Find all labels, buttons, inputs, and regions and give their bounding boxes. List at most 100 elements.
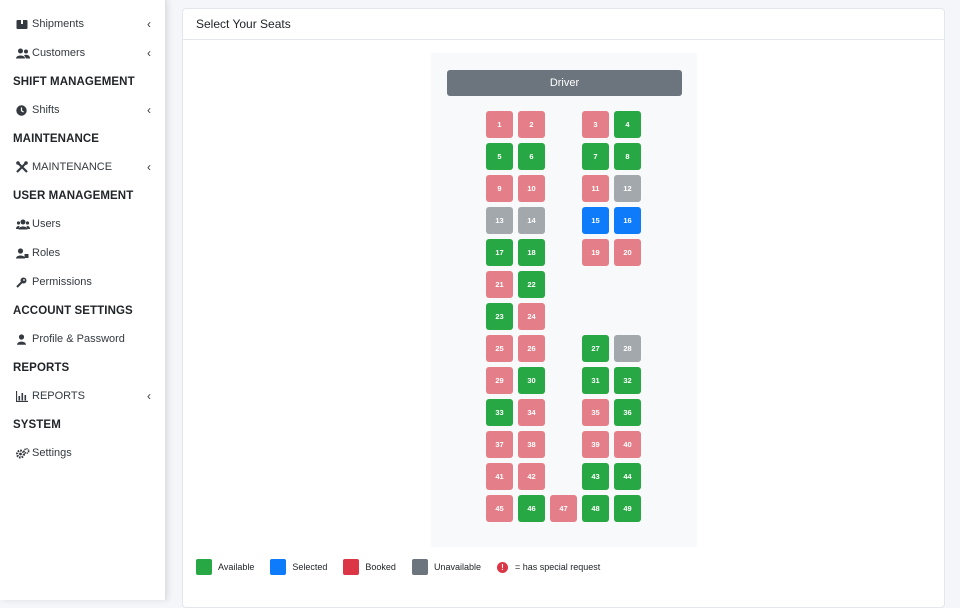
seat-4[interactable]: 4 — [614, 111, 641, 138]
seat-35[interactable]: 35 — [582, 399, 609, 426]
sidebar-item-settings[interactable]: Settings — [16, 443, 153, 463]
seat-10[interactable]: 10 — [518, 175, 545, 202]
seat-6[interactable]: 6 — [518, 143, 545, 170]
exclamation-icon: ! — [496, 561, 508, 573]
sidebar-item-label: Permissions — [32, 276, 92, 288]
sidebar-item-label: REPORTS — [32, 390, 85, 402]
seat-46[interactable]: 46 — [518, 495, 545, 522]
sidebar-item-label: Shifts — [32, 104, 60, 116]
seat-30[interactable]: 30 — [518, 367, 545, 394]
bus-layout: Driver 1 2 3 4 5 6 7 8 9 10 11 12 13 14 15 16 17 18 19 20 21… — [431, 53, 697, 547]
legend-booked: Booked — [343, 559, 396, 575]
seat-27[interactable]: 27 — [582, 335, 609, 362]
users-icon — [16, 219, 31, 230]
section-header-system: SYSTEM — [13, 419, 61, 431]
legend-unavailable: Unavailable — [411, 559, 481, 575]
seat-42[interactable]: 42 — [518, 463, 545, 490]
seat-16[interactable]: 16 — [614, 207, 641, 234]
seat-38[interactable]: 38 — [518, 431, 545, 458]
seat-14[interactable]: 14 — [518, 207, 545, 234]
sidebar-item-reports[interactable]: REPORTS ‹ — [16, 386, 153, 406]
sidebar-item-label: Settings — [32, 447, 72, 459]
available-swatch — [196, 559, 212, 575]
seat-32[interactable]: 32 — [614, 367, 641, 394]
seat-31[interactable]: 31 — [582, 367, 609, 394]
legend-available: Available — [196, 559, 254, 575]
sidebar-item-permissions[interactable]: Permissions — [16, 272, 153, 292]
sidebar-item-customers[interactable]: Customers ‹ — [16, 43, 153, 63]
sidebar: Shipments ‹ Customers ‹ SHIFT MANAGEMENT… — [0, 0, 166, 600]
seat-20[interactable]: 20 — [614, 239, 641, 266]
unavailable-swatch — [411, 559, 428, 575]
sidebar-item-label: Customers — [32, 47, 86, 59]
seat-26[interactable]: 26 — [518, 335, 545, 362]
sidebar-item-label: Shipments — [32, 18, 84, 30]
seat-24[interactable]: 24 — [518, 303, 545, 330]
seat-41[interactable]: 41 — [486, 463, 513, 490]
seat-8[interactable]: 8 — [614, 143, 641, 170]
seat-45[interactable]: 45 — [486, 495, 513, 522]
seat-22[interactable]: 22 — [518, 271, 545, 298]
chevron-left-icon: ‹ — [147, 389, 151, 403]
card-title: Select Your Seats — [183, 9, 944, 40]
seat-36[interactable]: 36 — [614, 399, 641, 426]
seat-19[interactable]: 19 — [582, 239, 609, 266]
seat-9[interactable]: 9 — [486, 175, 513, 202]
seat-2[interactable]: 2 — [518, 111, 545, 138]
seat-selection-card: Select Your Seats Driver 1 2 3 4 5 6 7 8 9 10 11 12… — [182, 8, 945, 608]
users-icon — [16, 48, 31, 59]
seat-48[interactable]: 48 — [582, 495, 609, 522]
chart-bar-icon — [16, 390, 31, 402]
sidebar-item-users[interactable]: Users — [16, 214, 153, 234]
section-header-user-management: USER MANAGEMENT — [13, 190, 134, 202]
seat-12[interactable]: 12 — [614, 175, 641, 202]
chevron-left-icon: ‹ — [147, 46, 151, 60]
sidebar-item-maintenance[interactable]: MAINTENANCE ‹ — [16, 157, 153, 177]
seat-3[interactable]: 3 — [582, 111, 609, 138]
seat-25[interactable]: 25 — [486, 335, 513, 362]
seat-37[interactable]: 37 — [486, 431, 513, 458]
seat-40[interactable]: 40 — [614, 431, 641, 458]
seat-5[interactable]: 5 — [486, 143, 513, 170]
seat-34[interactable]: 34 — [518, 399, 545, 426]
seat-21[interactable]: 21 — [486, 271, 513, 298]
seat-1[interactable]: 1 — [486, 111, 513, 138]
legend-selected: Selected — [270, 559, 327, 575]
seat-47[interactable]: 47 — [550, 495, 577, 522]
sidebar-item-label: Profile & Password — [32, 333, 125, 345]
seat-33[interactable]: 33 — [486, 399, 513, 426]
tools-icon — [16, 161, 31, 173]
sidebar-item-label: MAINTENANCE — [32, 161, 113, 173]
seat-43[interactable]: 43 — [582, 463, 609, 490]
box-icon — [16, 19, 31, 30]
driver-seat: Driver — [447, 70, 682, 96]
seat-39[interactable]: 39 — [582, 431, 609, 458]
legend-special-request: ! = has special request — [496, 561, 600, 573]
section-header-account-settings: ACCOUNT SETTINGS — [13, 305, 133, 317]
seat-11[interactable]: 11 — [582, 175, 609, 202]
chevron-left-icon: ‹ — [147, 160, 151, 174]
sidebar-item-shifts[interactable]: Shifts ‹ — [16, 100, 153, 120]
sidebar-item-shipments[interactable]: Shipments ‹ — [16, 14, 153, 34]
chevron-left-icon: ‹ — [147, 17, 151, 31]
seat-23[interactable]: 23 — [486, 303, 513, 330]
sidebar-item-roles[interactable]: Roles — [16, 243, 153, 263]
seat-13[interactable]: 13 — [486, 207, 513, 234]
seat-18[interactable]: 18 — [518, 239, 545, 266]
clock-icon — [16, 104, 31, 116]
seat-44[interactable]: 44 — [614, 463, 641, 490]
seat-28[interactable]: 28 — [614, 335, 641, 362]
user-icon — [16, 333, 31, 345]
sidebar-item-label: Users — [32, 218, 61, 230]
seat-7[interactable]: 7 — [582, 143, 609, 170]
seat-15[interactable]: 15 — [582, 207, 609, 234]
seat-29[interactable]: 29 — [486, 367, 513, 394]
booked-swatch — [343, 559, 360, 575]
section-header-reports: REPORTS — [13, 362, 70, 374]
seat-legend: Available Selected Booked Unavailable ! =… — [196, 559, 616, 575]
sidebar-item-profile-password[interactable]: Profile & Password — [16, 329, 153, 349]
seat-49[interactable]: 49 — [614, 495, 641, 522]
key-icon — [16, 277, 31, 288]
seat-17[interactable]: 17 — [486, 239, 513, 266]
user-tag-icon — [16, 247, 31, 259]
